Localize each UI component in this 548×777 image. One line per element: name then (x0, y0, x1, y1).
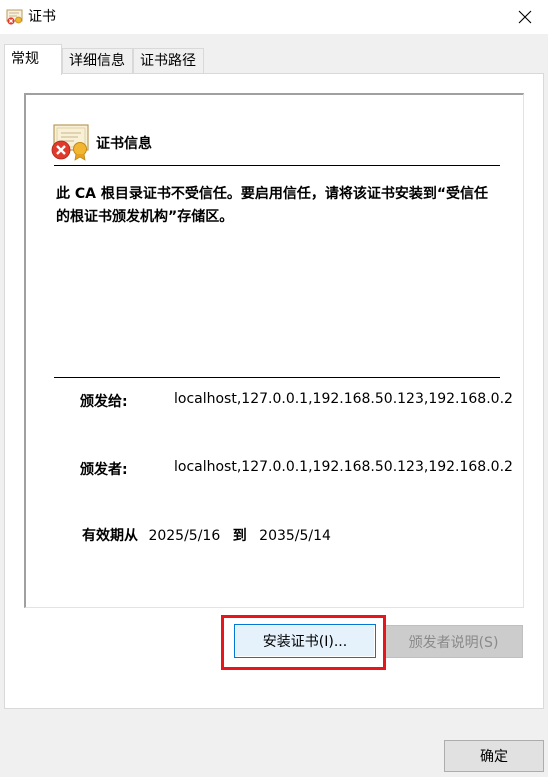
close-icon (518, 10, 532, 24)
install-certificate-button[interactable]: 安装证书(I)... (234, 624, 376, 658)
title-bar: 证书 (0, 0, 548, 34)
trust-warning-text: 此 CA 根目录证书不受信任。要启用信任，请将该证书安装到“受信任的根证书颁发机… (56, 186, 489, 225)
certificate-error-icon (51, 124, 89, 161)
certificate-info-frame: 证书信息 此 CA 根目录证书不受信任。要启用信任，请将该证书安装到“受信任的根… (24, 93, 524, 608)
issued-by-label: 颁发者: (80, 462, 128, 478)
general-tab-panel: 证书信息 此 CA 根目录证书不受信任。要启用信任，请将该证书安装到“受信任的根… (4, 73, 544, 709)
divider (54, 165, 500, 166)
issuer-statement-button[interactable]: 颁发者说明(S) (384, 625, 523, 658)
divider (54, 377, 500, 378)
valid-from-label: 有效期从 (82, 528, 138, 544)
valid-to-date: 2035/5/14 (259, 528, 331, 544)
tab-certification-path[interactable]: 证书路径 (133, 48, 204, 74)
valid-to-label: 到 (232, 528, 247, 544)
issued-to-label: 颁发给: (80, 394, 128, 410)
certificate-icon (6, 9, 23, 25)
valid-from-date: 2025/5/16 (148, 528, 221, 544)
issued-by-value: localhost,127.0.0.1,192.168.50.123,192.1… (174, 459, 513, 475)
ok-button[interactable]: 确定 (444, 740, 544, 772)
close-button[interactable] (502, 0, 548, 34)
certificate-info-title: 证书信息 (96, 136, 152, 152)
tab-details[interactable]: 详细信息 (62, 48, 133, 74)
validity-period: 有效期从 2025/5/16 到 2035/5/14 (82, 525, 331, 545)
window-title: 证书 (28, 9, 56, 25)
issued-to-value: localhost,127.0.0.1,192.168.50.123,192.1… (174, 391, 513, 407)
tab-general[interactable]: 常规 (4, 44, 62, 75)
